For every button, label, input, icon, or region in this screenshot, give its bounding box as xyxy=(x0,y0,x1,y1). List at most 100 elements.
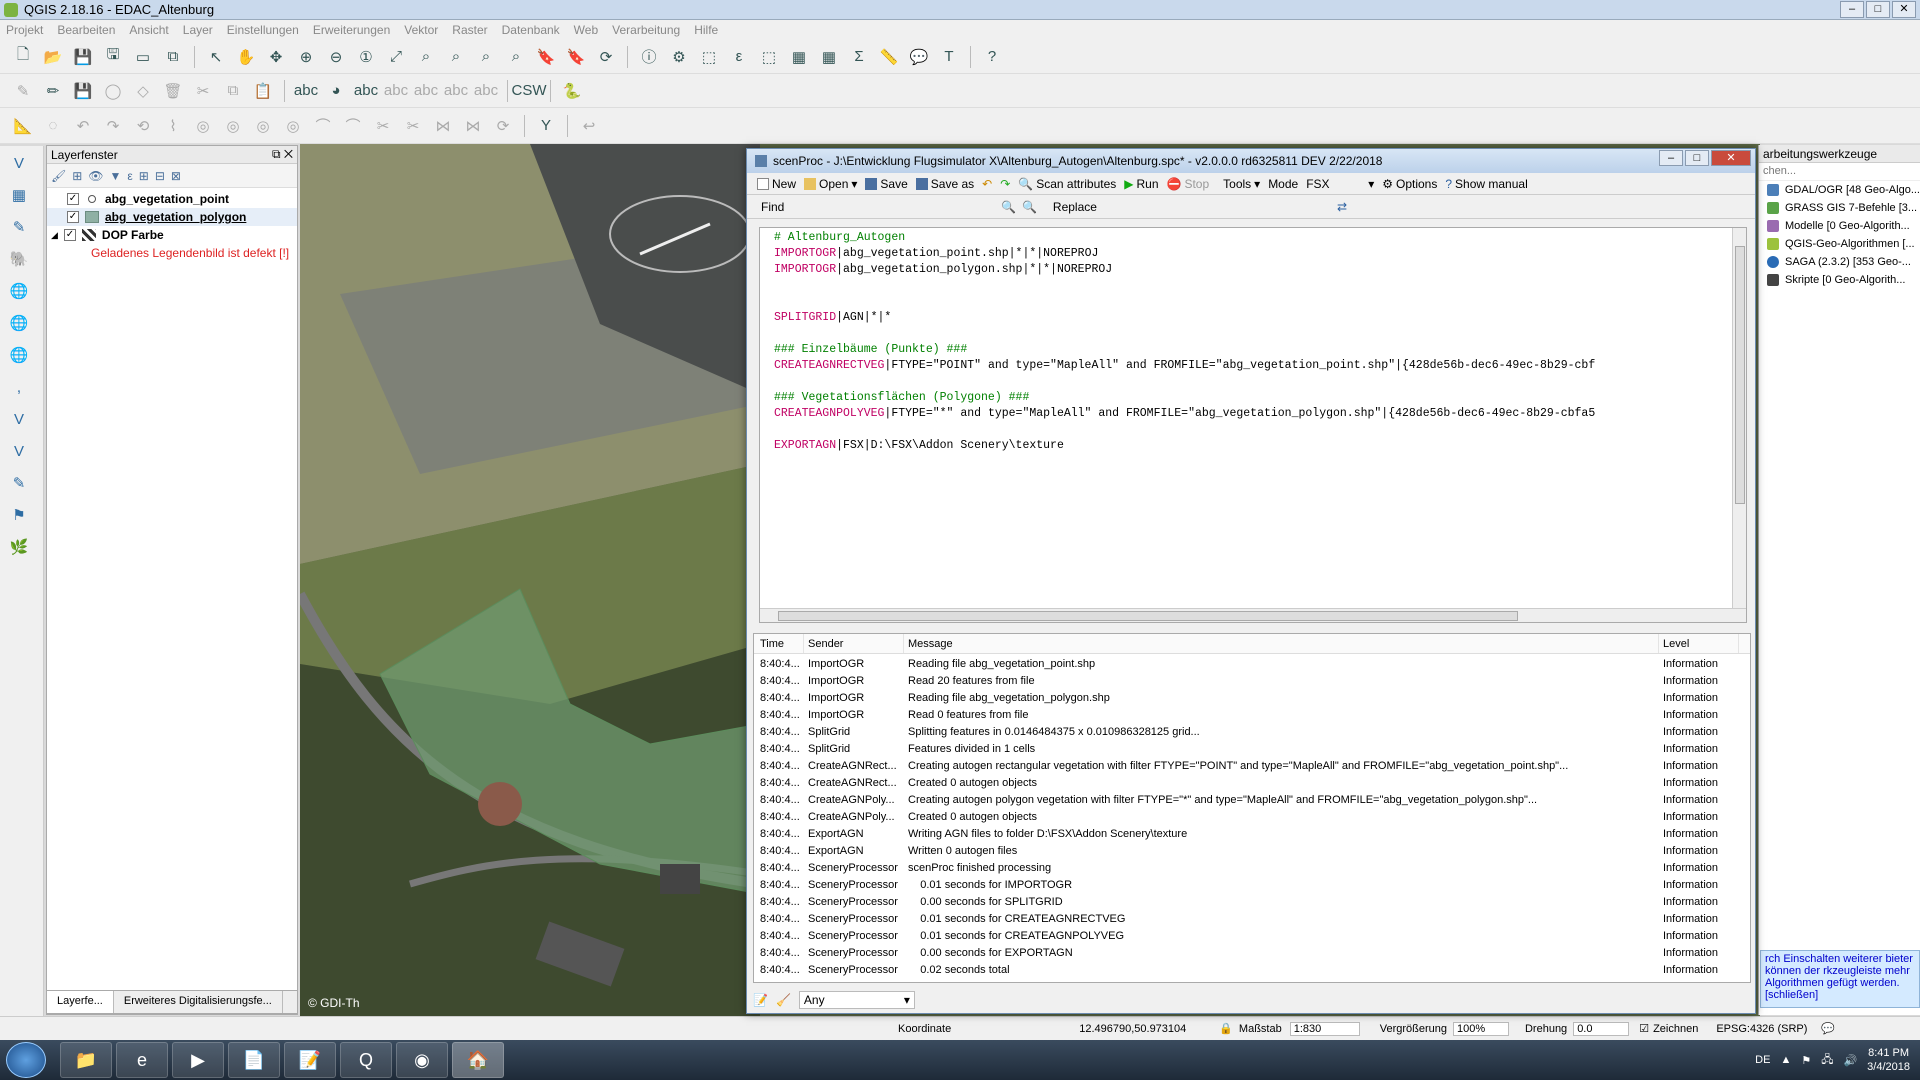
offset-curve-icon[interactable]: ⌒ xyxy=(340,113,366,139)
tools-menu[interactable]: Tools ▾ xyxy=(1223,177,1260,191)
script-editor[interactable]: # Altenburg_Autogen IMPORTOGR|abg_vegetat… xyxy=(759,227,1747,623)
toggle-editing-icon[interactable]: ✏ xyxy=(40,78,66,104)
show-manual-button[interactable]: ? Show manual xyxy=(1445,177,1527,191)
layer-checkbox[interactable]: ✓ xyxy=(67,193,79,205)
rotate-feature-icon[interactable]: ⟲ xyxy=(130,113,156,139)
chrome-icon[interactable]: ◉ xyxy=(396,1042,448,1078)
provider-gdal[interactable]: GDAL/OGR [48 Geo-Algo... xyxy=(1759,181,1920,199)
scan-attributes-button[interactable]: 🔍 Scan attributes xyxy=(1018,177,1116,191)
flag-icon[interactable]: ⚑ xyxy=(1801,1054,1811,1067)
annotation-icon[interactable]: 💬 xyxy=(906,44,932,70)
layer-item-point[interactable]: ✓ abg_vegetation_point xyxy=(47,190,297,208)
zoom-next-icon[interactable]: ⌕ xyxy=(503,44,529,70)
log-row[interactable]: 8:40:4... SceneryProcessor 0.00 seconds f… xyxy=(754,945,1750,962)
diagram-icon[interactable]: ◕ xyxy=(323,78,349,104)
clock[interactable]: 8:41 PM 3/4/2018 xyxy=(1867,1046,1910,1074)
scenproc-close-button[interactable]: ✕ xyxy=(1711,150,1751,166)
mode-select[interactable]: FSX ▾ xyxy=(1306,177,1374,191)
label-rotate-icon[interactable]: abc xyxy=(443,78,469,104)
log-row[interactable]: 8:40:4... SceneryProcessor 0.00 seconds f… xyxy=(754,894,1750,911)
qgis-taskbar-icon[interactable]: Q xyxy=(340,1042,392,1078)
coord-value[interactable]: 12.496790,50.973104 xyxy=(1079,1023,1219,1035)
toolbox-search-input[interactable]: chen... xyxy=(1759,163,1920,181)
label-pin-icon[interactable]: abc xyxy=(353,78,379,104)
map-tips-icon[interactable]: ⚙ xyxy=(666,44,692,70)
minimize-button[interactable]: – xyxy=(1840,1,1864,18)
zoom-last-icon[interactable]: ⌕ xyxy=(473,44,499,70)
menu-item[interactable]: Erweiterungen xyxy=(313,23,390,37)
open-project-icon[interactable]: 📂 xyxy=(40,44,66,70)
editor-horizontal-scrollbar[interactable] xyxy=(760,608,1746,622)
save-project-icon[interactable]: 💾 xyxy=(70,44,96,70)
col-time[interactable]: Time xyxy=(754,634,804,653)
log-row[interactable]: 8:40:4... ImportOGR Read 20 features from … xyxy=(754,673,1750,690)
save-as-icon[interactable]: 🖫 xyxy=(100,44,126,70)
replace-input[interactable]: Replace xyxy=(1053,200,1097,214)
split-parts-icon[interactable]: ✂ xyxy=(400,113,426,139)
expand-all-icon[interactable]: ⊞ xyxy=(139,169,149,183)
tab-advanced-digitizing[interactable]: Erweiteres Digitalisierungsfe... xyxy=(114,991,283,1013)
provider-models[interactable]: Modelle [0 Geo-Algorith... xyxy=(1759,217,1920,235)
col-level[interactable]: Level xyxy=(1659,634,1739,653)
col-message[interactable]: Message xyxy=(904,634,1659,653)
merge-attributes-icon[interactable]: ⋈ xyxy=(460,113,486,139)
menu-item[interactable]: Hilfe xyxy=(694,23,718,37)
filter-expression-icon[interactable]: ε xyxy=(127,169,132,183)
pan-to-selection-icon[interactable]: ✥ xyxy=(263,44,289,70)
messages-icon[interactable]: 💬 xyxy=(1821,1022,1835,1035)
save-as-button[interactable]: Save as xyxy=(915,177,974,191)
log-row[interactable]: 8:40:4... SplitGrid Features divided in 1 … xyxy=(754,741,1750,758)
zoom-full-icon[interactable]: ⤢ xyxy=(383,44,409,70)
add-group-icon[interactable]: ⊞ xyxy=(72,169,82,183)
add-vector-layer-icon[interactable]: V xyxy=(6,150,32,176)
network-icon[interactable]: 🖧 xyxy=(1821,1051,1833,1070)
log-row[interactable]: 8:40:4... CreateAGNPoly... Creating autoge… xyxy=(754,792,1750,809)
layer-item-polygon[interactable]: ✓ abg_vegetation_polygon xyxy=(47,208,297,226)
menu-item[interactable]: Verarbeitung xyxy=(612,23,680,37)
composer-manager-icon[interactable]: ⧉ xyxy=(160,44,186,70)
field-calculator-icon[interactable]: ▦ xyxy=(816,44,842,70)
measure-icon[interactable]: 📏 xyxy=(876,44,902,70)
render-checkbox[interactable]: ☑ xyxy=(1639,1022,1649,1035)
select-pan-icon[interactable]: ↖ xyxy=(203,44,229,70)
scale-select[interactable]: 1:830 xyxy=(1289,1021,1360,1036)
select-by-expression-icon[interactable]: ε xyxy=(726,44,752,70)
log-row[interactable]: 8:40:4... ImportOGR Reading file abg_veget… xyxy=(754,656,1750,673)
lock-scale-icon[interactable]: 🔒 xyxy=(1219,1022,1233,1035)
options-button[interactable]: ⚙ Options xyxy=(1382,177,1437,191)
log-filter-select[interactable]: Any ▾ xyxy=(798,991,915,1009)
copy-features-icon[interactable]: ⧉ xyxy=(220,78,246,104)
new-spatialite-icon[interactable]: ✎ xyxy=(6,470,32,496)
save-edits-icon[interactable]: 💾 xyxy=(70,78,96,104)
deselect-icon[interactable]: ⬚ xyxy=(756,44,782,70)
csw-icon[interactable]: CSW xyxy=(512,78,547,104)
add-raster-layer-icon[interactable]: ▦ xyxy=(6,182,32,208)
new-button[interactable]: New xyxy=(757,177,796,191)
log-row[interactable]: 8:40:4... ImportOGR Read 0 features from f… xyxy=(754,707,1750,724)
attribute-table-icon[interactable]: ▦ xyxy=(786,44,812,70)
close-button[interactable]: ✕ xyxy=(1892,1,1916,18)
log-row[interactable]: 8:40:4... SceneryProcessor 0.01 seconds f… xyxy=(754,911,1750,928)
text-annotation-icon[interactable]: T xyxy=(936,44,962,70)
media-player-icon[interactable]: ▶ xyxy=(172,1042,224,1078)
help-icon[interactable]: ? xyxy=(979,44,1005,70)
explorer-icon[interactable]: 📁 xyxy=(60,1042,112,1078)
log-row[interactable]: 8:40:4... SplitGrid Splitting features in … xyxy=(754,724,1750,741)
log-row[interactable]: 8:40:4... SceneryProcessor scenProc finish… xyxy=(754,860,1750,877)
add-wfs-layer-icon[interactable]: 🌐 xyxy=(6,342,32,368)
new-shapefile-icon[interactable]: V xyxy=(6,438,32,464)
edit-log-icon[interactable]: 📝 xyxy=(753,993,768,1007)
log-row[interactable]: 8:40:4... SceneryProcessor 0.01 seconds f… xyxy=(754,928,1750,945)
menu-item[interactable]: Einstellungen xyxy=(227,23,299,37)
simplify-icon[interactable]: ⌇ xyxy=(160,113,186,139)
python-console-icon[interactable]: 🐍 xyxy=(559,78,585,104)
delete-selected-icon[interactable]: 🗑 xyxy=(160,78,186,104)
layer-item-dop[interactable]: ◢ ✓ DOP Farbe xyxy=(47,226,297,244)
label-change-icon[interactable]: abc xyxy=(473,78,499,104)
refresh-icon[interactable]: ⟳ xyxy=(593,44,619,70)
snap-icon[interactable]: ↩ xyxy=(576,113,602,139)
collapse-arrow-icon[interactable]: ◢ xyxy=(51,230,58,241)
layer-checkbox[interactable]: ✓ xyxy=(67,211,79,223)
cut-features-icon[interactable]: ✂ xyxy=(190,78,216,104)
provider-scripts[interactable]: Skripte [0 Geo-Algorith... xyxy=(1759,271,1920,289)
